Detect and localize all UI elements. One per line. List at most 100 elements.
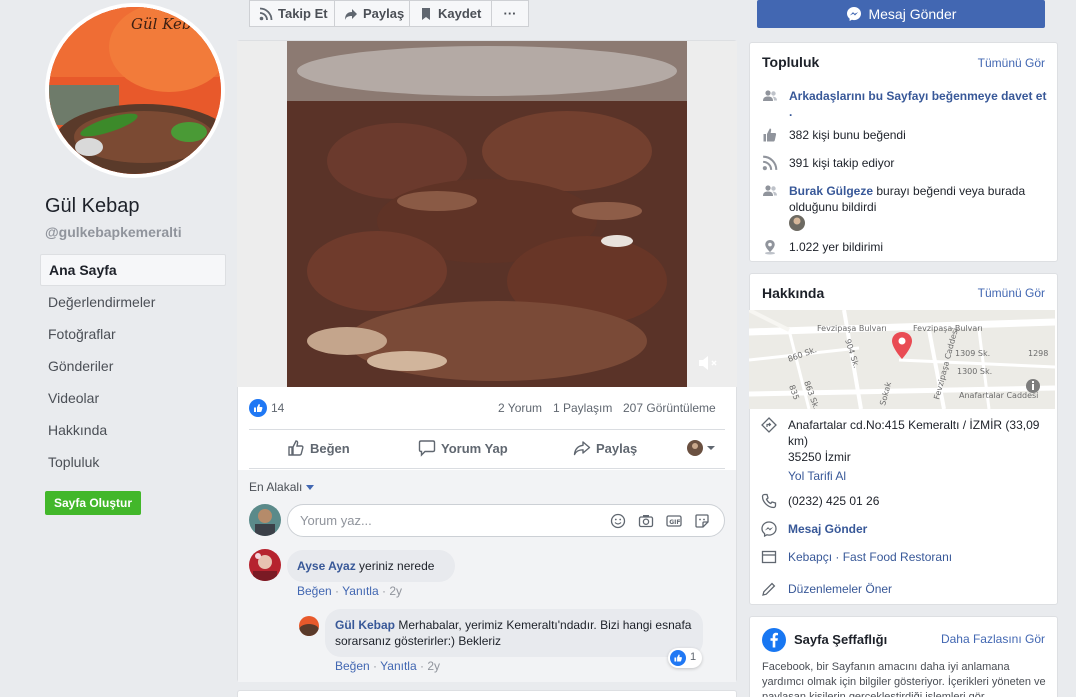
comment-button[interactable]: Yorum Yap — [418, 430, 508, 468]
current-user-avatar[interactable] — [249, 504, 281, 536]
community-card: Topluluk Tümünü Gör Arkadaşlarını bu Say… — [749, 42, 1058, 262]
reply-reply-link[interactable]: Yanıtla — [380, 659, 416, 673]
sidebar-item-home[interactable]: Ana Sayfa — [40, 254, 226, 286]
comment-reply-link[interactable]: Yanıtla — [342, 584, 378, 598]
friend-avatar[interactable] — [789, 215, 805, 231]
post-stats: 14 2 Yorum 1 Paylaşım 207 Görüntüleme — [249, 398, 725, 418]
comment-count[interactable]: 2 Yorum — [498, 401, 542, 415]
bookmark-icon — [422, 8, 430, 20]
phone-icon — [761, 493, 777, 509]
phone-number[interactable]: (0232) 425 01 26 — [788, 493, 1050, 509]
gif-icon[interactable]: GIF — [666, 513, 682, 529]
transparency-title: Sayfa Şeffaflığı — [794, 632, 888, 647]
comment-sort-label: En Alakalı — [249, 480, 303, 494]
transparency-see-more-link[interactable]: Daha Fazlasını Gör — [941, 632, 1045, 646]
sidebar-nav: Ana Sayfa Değerlendirmeler Fotoğraflar G… — [40, 254, 226, 478]
page-username[interactable]: @gulkebapkemeralti — [45, 224, 182, 240]
comment-sort-selector[interactable]: En Alakalı — [249, 480, 314, 494]
directions-icon — [761, 417, 777, 433]
thumbs-up-icon — [763, 128, 777, 142]
send-message-button[interactable]: Mesaj Gönder — [757, 0, 1045, 28]
sidebar-item-posts[interactable]: Gönderiler — [40, 350, 226, 382]
info-icon — [1026, 379, 1040, 393]
map-street-label: 1298 — [1028, 349, 1048, 358]
category-links[interactable]: Kebapçı · Fast Food Restoranı — [788, 549, 1050, 565]
comment-like-link[interactable]: Beğen — [297, 584, 332, 598]
location-map[interactable]: Fevzipaşa Bulvarı Fevzipaşa Bulvarı 860 … — [749, 310, 1055, 409]
sidebar-item-reviews[interactable]: Değerlendirmeler — [40, 286, 226, 318]
comment-input-placeholder: Yorum yaz... — [300, 513, 372, 528]
likes-count[interactable]: 382 kişi bunu beğendi — [789, 127, 1051, 143]
view-count: 207 Görüntüleme — [623, 401, 716, 415]
like-button[interactable]: Beğen — [287, 430, 350, 468]
video-player[interactable] — [287, 41, 687, 387]
reply-bubble: Gül Kebap Merhabalar, yerimiz Kemeraltı'… — [325, 609, 703, 657]
reaction-count[interactable]: 14 — [271, 401, 284, 415]
save-label: Kaydet — [438, 6, 482, 21]
storefront-icon — [761, 550, 777, 564]
messenger-icon — [761, 521, 777, 537]
map-street-label: Anafartalar Caddesi — [959, 391, 1038, 400]
share-button[interactable]: Paylaş — [573, 430, 637, 468]
more-icon: ··· — [503, 6, 517, 21]
invite-friends-link[interactable]: Arkadaşlarını bu Sayfayı beğenmeye davet… — [789, 88, 1051, 120]
profile-picture[interactable]: Gül Kebap — [49, 7, 221, 174]
reply-like-link[interactable]: Beğen — [335, 659, 370, 673]
create-page-button[interactable]: Sayfa Oluştur — [45, 491, 141, 515]
messenger-icon — [846, 7, 861, 21]
comment-label: Yorum Yap — [441, 441, 508, 456]
reply-reaction-count: 1 — [690, 651, 697, 663]
next-post-card — [237, 690, 737, 697]
sidebar-item-about[interactable]: Hakkında — [40, 414, 226, 446]
caret-down-icon — [305, 485, 314, 490]
comment-time[interactable]: 2y — [389, 584, 402, 598]
pencil-icon — [762, 582, 776, 596]
community-see-all-link[interactable]: Tümünü Gör — [978, 56, 1045, 70]
rss-icon — [762, 155, 778, 171]
people-icon — [763, 185, 777, 196]
emoji-icon[interactable] — [610, 513, 626, 529]
share-arrow-icon — [345, 9, 357, 20]
save-button[interactable]: Kaydet — [409, 0, 492, 27]
about-details: Anafartalar cd.No:415 Kemeraltı / İZMİR … — [761, 417, 1051, 597]
sidebar-item-community[interactable]: Topluluk — [40, 446, 226, 478]
follow-button[interactable]: Takip Et — [249, 0, 335, 27]
community-title: Topluluk — [762, 54, 820, 70]
comment-icon — [418, 440, 436, 457]
reply-author-avatar[interactable] — [299, 616, 319, 636]
comment-author[interactable]: Ayse Ayaz — [297, 559, 356, 573]
comment-text: yeriniz nerede — [359, 559, 435, 573]
send-message-label: Mesaj Gönder — [868, 6, 957, 22]
camera-icon[interactable] — [638, 513, 654, 529]
suggest-edits-link[interactable]: Düzenlemeler Öner — [788, 581, 1050, 597]
share-count[interactable]: 1 Paylaşım — [553, 401, 612, 415]
comment-bubble: Ayse Ayaz yeriniz nerede — [287, 550, 455, 582]
mute-icon[interactable] — [697, 353, 721, 373]
more-options-button[interactable]: ··· — [491, 0, 529, 27]
reply-reactions[interactable]: 1 — [668, 648, 702, 668]
checkins-count[interactable]: 1.022 yer bildirimi — [789, 239, 1051, 255]
follows-count[interactable]: 391 kişi takip ediyor — [789, 155, 1051, 171]
share-page-button[interactable]: Paylaş — [334, 0, 410, 27]
sidebar-item-videos[interactable]: Videolar — [40, 382, 226, 414]
city-text: 35250 İzmir — [788, 450, 851, 464]
map-street-label: 1309 Sk. — [955, 349, 990, 358]
page-title[interactable]: Gül Kebap — [45, 195, 140, 218]
post-as-selector[interactable] — [687, 430, 722, 468]
share-label: Paylaş — [596, 441, 638, 456]
about-see-all-link[interactable]: Tümünü Gör — [978, 286, 1045, 300]
friend-name-link[interactable]: Burak Gülgeze — [789, 184, 873, 198]
about-title: Hakkında — [762, 285, 825, 301]
sidebar-item-photos[interactable]: Fotoğraflar — [40, 318, 226, 350]
reply-author[interactable]: Gül Kebap — [335, 618, 395, 632]
reply-time[interactable]: 2y — [427, 659, 440, 673]
send-message-link[interactable]: Mesaj Gönder — [788, 521, 1050, 537]
like-reaction-icon[interactable] — [249, 399, 267, 417]
directions-link[interactable]: Yol Tarifi Al — [788, 468, 1050, 484]
commenter-avatar[interactable] — [249, 549, 281, 581]
location-pin-icon — [765, 240, 775, 255]
sticker-icon[interactable] — [694, 513, 710, 529]
map-street-label: 1300 Sk. — [957, 367, 992, 376]
rss-icon — [259, 7, 273, 21]
comment-input[interactable]: Yorum yaz... — [287, 504, 725, 537]
